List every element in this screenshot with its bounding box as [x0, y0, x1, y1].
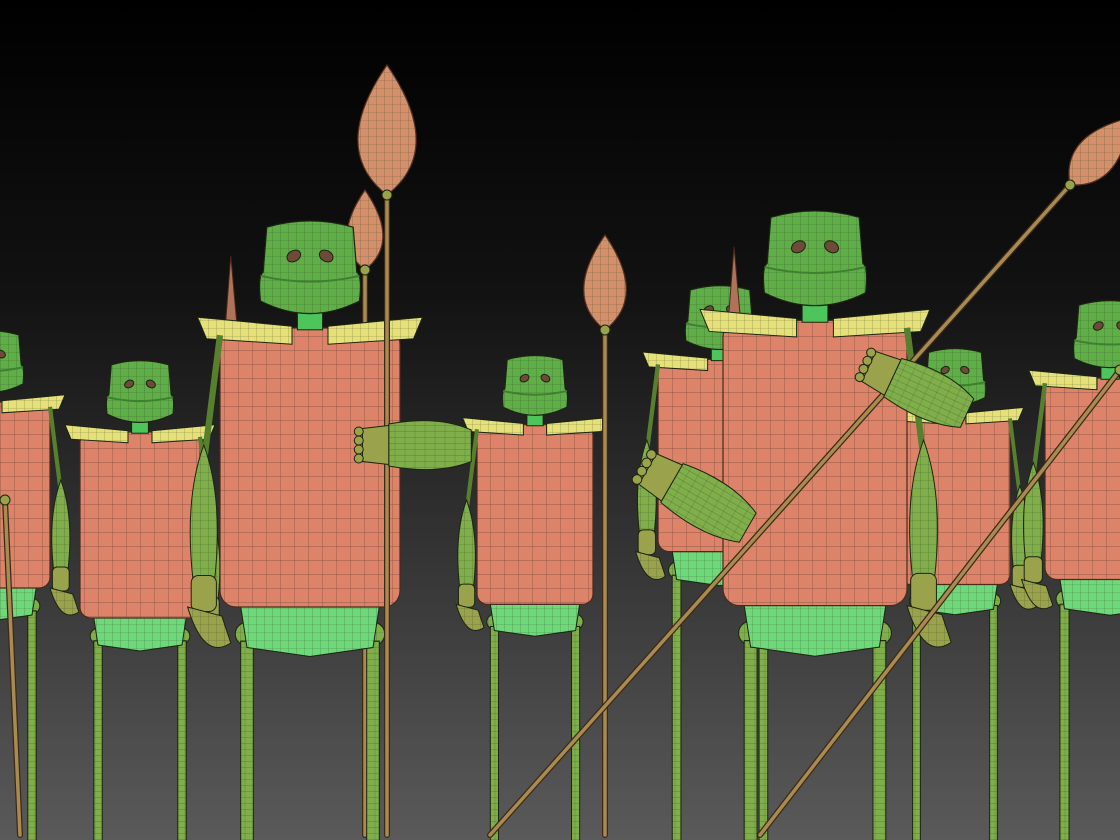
knuckle [353, 453, 364, 464]
gauntlet-left [353, 420, 472, 471]
neck [296, 311, 324, 331]
neck [801, 303, 829, 323]
spear-collar [0, 494, 11, 506]
wrist [190, 575, 217, 612]
gauntlet-fist [362, 424, 390, 466]
knuckle [353, 435, 364, 446]
wrist [51, 566, 70, 592]
wrist [1023, 556, 1043, 584]
spear-collar [599, 324, 611, 336]
spear-collar [359, 264, 371, 276]
spear-collar [1064, 179, 1076, 191]
knuckle [353, 426, 364, 437]
wrist [637, 529, 657, 556]
knuckle [353, 444, 364, 455]
spear-collar [381, 189, 393, 201]
wireframe-soldiers-render [0, 0, 1120, 840]
3d-viewport[interactable] [0, 0, 1120, 840]
wrist [910, 572, 937, 611]
wrist [457, 583, 476, 608]
